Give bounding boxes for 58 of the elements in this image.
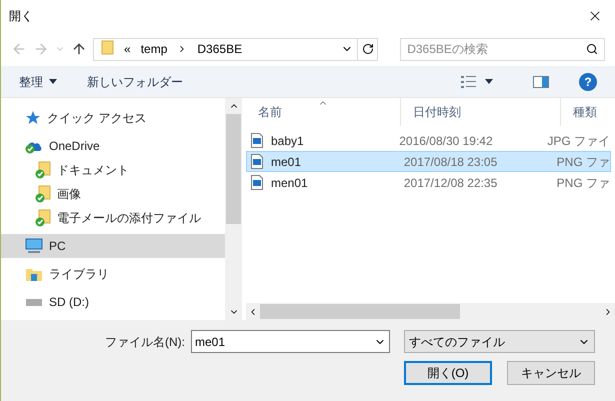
- toolbar-button[interactable]: 新しいフォルダー: [87, 72, 183, 90]
- up-button[interactable]: [71, 41, 87, 57]
- refresh-icon[interactable]: [362, 43, 374, 55]
- back-button[interactable]: [11, 41, 27, 57]
- filename-label: ファイル名(N):: [105, 334, 185, 350]
- nav-item[interactable]: クイック アクセス: [1, 106, 225, 130]
- filename-value: me01: [195, 334, 226, 350]
- search-placeholder: D365BEの検索: [407, 41, 489, 58]
- preview-pane-icon[interactable]: [533, 76, 549, 88]
- image-file-icon: [251, 154, 263, 169]
- scroll-thumb[interactable]: [260, 304, 460, 319]
- file-row[interactable]: baby1 2016/08/30 19:42 JPG ファイ: [246, 130, 611, 151]
- file-type: PNG ファ: [556, 174, 610, 192]
- address-bar[interactable]: « temp D365BE: [93, 38, 378, 60]
- file-row[interactable]: me01 2017/08/18 23:05 PNG ファ: [246, 151, 611, 172]
- file-row[interactable]: men01 2017/12/08 22:35 PNG ファ: [246, 172, 611, 193]
- file-name: baby1: [271, 132, 304, 150]
- image-file-icon: [251, 133, 263, 148]
- dialog-button[interactable]: 開く(O): [404, 361, 492, 385]
- column-header[interactable]: 日付時刻: [401, 98, 561, 126]
- nav-item[interactable]: PC: [1, 234, 225, 258]
- caret-icon: [49, 79, 57, 84]
- column-header[interactable]: 種類: [561, 98, 615, 126]
- dialog-button[interactable]: キャンセル: [507, 361, 595, 385]
- nav-item[interactable]: SD (D:): [1, 290, 225, 314]
- image-file-icon: [251, 175, 263, 190]
- file-date: 2017/08/18 23:05: [402, 154, 498, 170]
- forward-button[interactable]: [33, 41, 49, 57]
- filename-field[interactable]: me01: [191, 330, 390, 353]
- toolbar-button[interactable]: 整理: [19, 72, 57, 90]
- file-name: me01: [271, 154, 302, 170]
- caret-icon: [485, 79, 493, 84]
- breadcrumb[interactable]: temp: [140, 40, 168, 58]
- nav-item[interactable]: ライブラリ: [1, 262, 225, 286]
- star-icon: [25, 110, 41, 126]
- nav-item[interactable]: 電子メールの添付ファイル: [1, 206, 225, 230]
- horizontal-scrollbar[interactable]: [246, 303, 615, 320]
- view-options-icon[interactable]: [461, 76, 477, 88]
- file-date: 2017/12/08 22:35: [402, 174, 498, 192]
- library-folder-icon: [25, 266, 43, 282]
- file-type: JPG ファイ: [546, 132, 610, 150]
- scroll-thumb[interactable]: [226, 114, 241, 224]
- breadcrumb[interactable]: D365BE: [197, 40, 242, 58]
- file-type: PNG ファ: [556, 154, 610, 170]
- path-overflow[interactable]: «: [124, 40, 131, 58]
- column-header[interactable]: 名前: [246, 98, 401, 126]
- nav-item[interactable]: 画像: [1, 182, 225, 206]
- file-date: 2016/08/30 19:42: [398, 132, 494, 150]
- nav-item[interactable]: ドキュメント: [1, 158, 225, 182]
- search-field[interactable]: D365BEの検索: [400, 38, 605, 60]
- monitor-icon: [25, 238, 43, 254]
- file-type-dropdown[interactable]: すべてのファイル: [404, 330, 595, 353]
- help-button[interactable]: ?: [579, 72, 597, 90]
- vertical-scrollbar[interactable]: [225, 98, 242, 320]
- nav-item[interactable]: OneDrive: [1, 134, 225, 158]
- search-icon: [586, 43, 598, 55]
- window-title: 開く: [9, 8, 33, 25]
- file-name: men01: [271, 174, 308, 192]
